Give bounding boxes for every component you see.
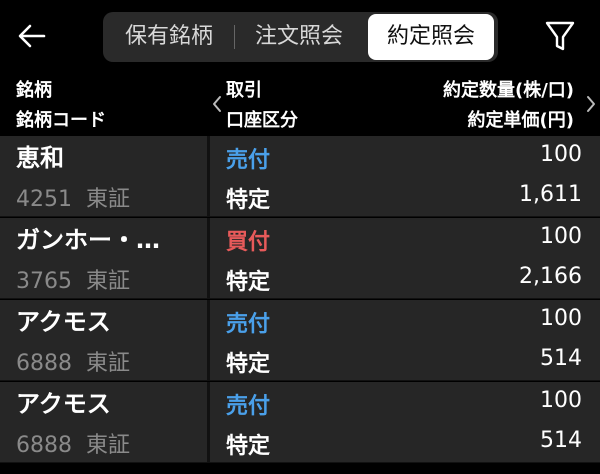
account-type: 特定 bbox=[226, 270, 271, 295]
stock-code-line: 3765 東証 bbox=[16, 263, 130, 295]
header-exec-quantity: 約定数量(株/口) bbox=[442, 80, 574, 101]
exec-price: 514 bbox=[540, 428, 582, 453]
stock-code: 4251 bbox=[16, 187, 72, 212]
column-divider bbox=[207, 218, 210, 299]
exec-quantity: 100 bbox=[540, 142, 582, 167]
stock-code-line: 4251 東証 bbox=[16, 181, 130, 213]
exec-price: 514 bbox=[540, 346, 582, 371]
tab-order-inquiry[interactable]: 注文照会 bbox=[239, 12, 359, 62]
tab-holdings[interactable]: 保有銘柄 bbox=[109, 12, 229, 62]
filter-funnel-icon bbox=[545, 21, 575, 51]
top-bar: 保有銘柄 注文照会 約定照会 bbox=[0, 0, 600, 72]
table-row[interactable]: ガンホー・… 3765 東証 買付 特定 100 2,166 bbox=[0, 218, 600, 299]
stock-cell: アクモス 6888 東証 bbox=[0, 382, 207, 463]
account-type: 特定 bbox=[226, 352, 271, 377]
account-type: 特定 bbox=[226, 188, 271, 213]
exec-price: 2,166 bbox=[519, 264, 582, 289]
market: 東証 bbox=[86, 351, 131, 376]
header-exec-price: 約定単価(円) bbox=[467, 110, 574, 131]
trade-type: 売付 bbox=[226, 394, 271, 419]
stock-cell: 恵和 4251 東証 bbox=[0, 136, 207, 217]
market: 東証 bbox=[86, 187, 131, 212]
column-divider bbox=[207, 382, 210, 463]
trade-type: 売付 bbox=[226, 312, 271, 337]
back-button[interactable] bbox=[14, 18, 50, 54]
header-stock-name: 銘柄 bbox=[16, 80, 52, 101]
tab-divider bbox=[234, 25, 235, 49]
trade-type: 売付 bbox=[226, 148, 271, 173]
stock-code: 6888 bbox=[16, 433, 72, 458]
stock-code-line: 6888 東証 bbox=[16, 427, 130, 459]
tab-execution-inquiry[interactable]: 約定照会 bbox=[368, 14, 494, 60]
market: 東証 bbox=[86, 269, 131, 294]
column-divider bbox=[207, 300, 210, 381]
column-header: 銘柄 銘柄コード 取引 口座区分 約定数量(株/口) 約定単価(円) bbox=[0, 72, 600, 136]
exec-quantity: 100 bbox=[540, 388, 582, 413]
stock-name: アクモス bbox=[16, 308, 111, 336]
stock-cell: アクモス 6888 東証 bbox=[0, 300, 207, 381]
trade-type: 買付 bbox=[226, 230, 271, 255]
header-trade: 取引 bbox=[226, 80, 262, 101]
header-account-type: 口座区分 bbox=[226, 110, 298, 131]
exec-quantity: 100 bbox=[540, 224, 582, 249]
stock-code: 3765 bbox=[16, 269, 72, 294]
stock-code-line: 6888 東証 bbox=[16, 345, 130, 377]
segmented-tab-control: 保有銘柄 注文照会 約定照会 bbox=[103, 12, 498, 62]
table-row[interactable]: 恵和 4251 東証 売付 特定 100 1,611 bbox=[0, 136, 600, 217]
exec-price: 1,611 bbox=[519, 182, 582, 207]
column-divider bbox=[207, 136, 210, 217]
stock-name: 恵和 bbox=[16, 144, 64, 172]
stock-name: アクモス bbox=[16, 390, 111, 418]
stock-name: ガンホー・… bbox=[16, 226, 160, 254]
stock-cell: ガンホー・… 3765 東証 bbox=[0, 218, 207, 299]
table-row[interactable]: アクモス 6888 東証 売付 特定 100 514 bbox=[0, 300, 600, 381]
account-type: 特定 bbox=[226, 434, 271, 459]
chevron-left-icon[interactable] bbox=[210, 94, 224, 114]
stock-code: 6888 bbox=[16, 351, 72, 376]
table-row[interactable]: アクモス 6888 東証 売付 特定 100 514 bbox=[0, 382, 600, 463]
header-stock-code: 銘柄コード bbox=[16, 110, 106, 131]
filter-button[interactable] bbox=[544, 18, 576, 54]
exec-quantity: 100 bbox=[540, 306, 582, 331]
chevron-right-icon[interactable] bbox=[584, 94, 598, 114]
back-arrow-icon bbox=[18, 24, 46, 48]
market: 東証 bbox=[86, 433, 131, 458]
